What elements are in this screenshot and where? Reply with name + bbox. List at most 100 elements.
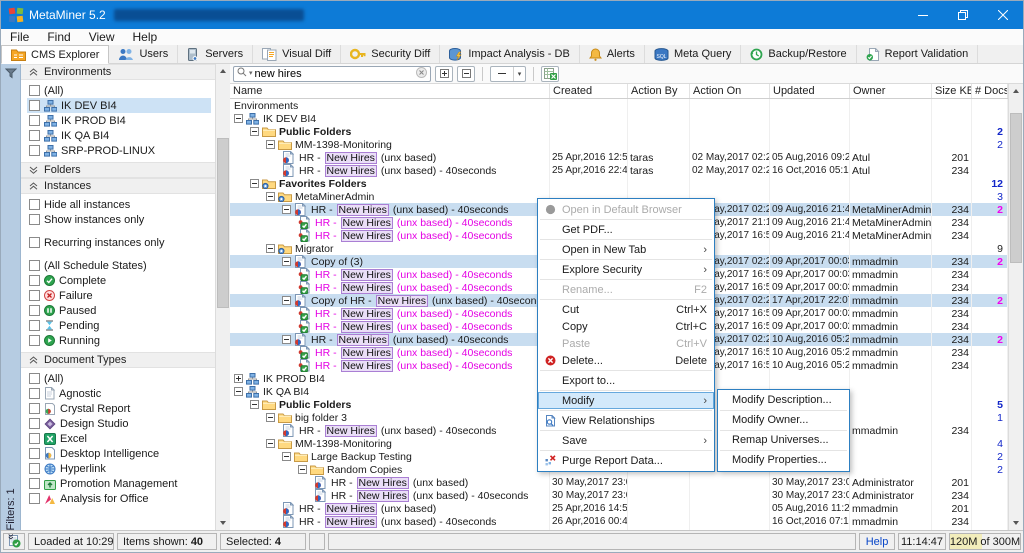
- tree-row[interactable]: HR - New Hires (unx based) 25 Apr,2016 14…: [230, 502, 1008, 515]
- sidebar-item-excel[interactable]: Excel: [27, 431, 211, 446]
- submenu-item-modify-owner[interactable]: Modify Owner...: [718, 412, 849, 429]
- tree-row[interactable]: Favorites Folders 3: [230, 528, 1008, 530]
- expand-all-button[interactable]: [435, 65, 453, 82]
- sidebar-item-ik-dev-bi4[interactable]: IK DEV BI4: [27, 98, 211, 113]
- sidebar-scrollbar[interactable]: [215, 64, 230, 530]
- toolbar-tab-alerts[interactable]: Alerts: [579, 45, 645, 63]
- tree-expander-icon[interactable]: [234, 114, 243, 123]
- sidebar-item-show-instances-only[interactable]: Show instances only: [27, 212, 211, 227]
- tree-row[interactable]: Favorites Folders 12: [230, 177, 1008, 190]
- checkbox[interactable]: [29, 100, 40, 111]
- submenu-item-remap-universes[interactable]: Remap Universes...: [718, 432, 849, 449]
- menu-item-help[interactable]: Help: [123, 29, 166, 45]
- menu-item-copy[interactable]: Copy Ctrl+C: [538, 318, 714, 335]
- checkbox[interactable]: [29, 275, 40, 286]
- column-header-docs[interactable]: # Docs: [972, 84, 1008, 98]
- tree-row[interactable]: HR - New Hires (unx based) - 40seconds 30…: [230, 489, 1008, 502]
- submenu-item-modify-properties[interactable]: Modify Properties...: [718, 452, 849, 469]
- column-header-action-by[interactable]: Action By: [628, 84, 690, 98]
- memory-usage-indicator[interactable]: 120M of 300M: [949, 533, 1021, 550]
- column-header-action-on[interactable]: Action On: [690, 84, 770, 98]
- tree-expander-icon[interactable]: [282, 452, 291, 461]
- export-to-excel-button[interactable]: [541, 65, 559, 82]
- checkbox[interactable]: [29, 115, 40, 126]
- checkbox[interactable]: [29, 388, 40, 399]
- column-header-updated[interactable]: Updated: [770, 84, 850, 98]
- section-header-environments[interactable]: Environments: [21, 64, 215, 80]
- search-dropdown-arrow[interactable]: ▾: [249, 70, 253, 78]
- tree-expander-icon[interactable]: [250, 400, 259, 409]
- tree-expander-icon[interactable]: [298, 465, 307, 474]
- checkbox[interactable]: [29, 403, 40, 414]
- checkbox[interactable]: [29, 373, 40, 384]
- checkbox[interactable]: [29, 320, 40, 331]
- tree-expander-icon[interactable]: [250, 127, 259, 136]
- tree-expander-icon[interactable]: [266, 413, 275, 422]
- sidebar-item-hyperlink[interactable]: Hyperlink: [27, 461, 211, 476]
- table-scrollbar[interactable]: [1008, 84, 1023, 530]
- checkbox[interactable]: [29, 478, 40, 489]
- toolbar-tab-meta-query[interactable]: SQL Meta Query: [644, 45, 742, 63]
- checkbox[interactable]: [29, 433, 40, 444]
- tree-expander-icon[interactable]: [234, 387, 243, 396]
- toolbar-tab-visual-diff[interactable]: Visual Diff: [253, 45, 342, 63]
- checkbox[interactable]: [29, 214, 40, 225]
- sidebar-item-complete[interactable]: Complete: [27, 273, 211, 288]
- sidebar-item-paused[interactable]: Paused: [27, 303, 211, 318]
- scroll-up-arrow[interactable]: [216, 64, 230, 78]
- sidebar-item-design-studio[interactable]: Design Studio: [27, 416, 211, 431]
- tree-expander-icon[interactable]: [250, 179, 259, 188]
- tree-expander-icon[interactable]: [282, 257, 291, 266]
- checkbox[interactable]: [29, 85, 40, 96]
- sidebar-item-promotion-management[interactable]: Promotion Management: [27, 476, 211, 491]
- tree-expander-icon[interactable]: [266, 439, 275, 448]
- checkbox[interactable]: [29, 145, 40, 156]
- checkbox[interactable]: [29, 130, 40, 141]
- sidebar-item-pending[interactable]: Pending: [27, 318, 211, 333]
- sidebar-item-failure[interactable]: Failure: [27, 288, 211, 303]
- menu-item-purge-report-data[interactable]: Purge Report Data...: [538, 452, 714, 469]
- checkbox[interactable]: [29, 237, 40, 248]
- toolbar-tab-backup-restore[interactable]: Backup/Restore: [741, 45, 857, 63]
- sidebar-item-all[interactable]: (All): [27, 83, 211, 98]
- toolbar-tab-cms-explorer[interactable]: CMS Explorer: [1, 45, 110, 64]
- menu-item-view[interactable]: View: [80, 29, 124, 45]
- sidebar-item-crystal-report[interactable]: Crystal Report: [27, 401, 211, 416]
- toolbar-tab-users[interactable]: Users: [109, 45, 179, 63]
- checkbox[interactable]: [29, 335, 40, 346]
- sidebar-item-all-schedule-states[interactable]: (All Schedule States): [27, 258, 211, 273]
- checkbox[interactable]: [29, 199, 40, 210]
- column-header-created[interactable]: Created: [550, 84, 628, 98]
- toolbar-tab-security-diff[interactable]: Security Diff: [341, 45, 441, 63]
- menu-item-get-pdf[interactable]: Get PDF...: [538, 221, 714, 238]
- sidebar-item-ik-qa-bi4[interactable]: IK QA BI4: [27, 128, 211, 143]
- menu-item-modify[interactable]: Modify ›: [538, 392, 714, 409]
- menu-item-explore-security[interactable]: Explore Security ›: [538, 261, 714, 278]
- collapse-all-button[interactable]: [457, 65, 475, 82]
- checkbox[interactable]: [29, 493, 40, 504]
- sidebar-item-desktop-intelligence[interactable]: Desktop Intelligence: [27, 446, 211, 461]
- tree-expander-icon[interactable]: [234, 374, 243, 383]
- tree-expander-icon[interactable]: [282, 335, 291, 344]
- tree-row[interactable]: Environments: [230, 99, 1008, 112]
- scrollbar-thumb[interactable]: [1010, 113, 1022, 263]
- tree-expander-icon[interactable]: [266, 192, 275, 201]
- menu-item-view-relationships[interactable]: View Relationships: [538, 412, 714, 429]
- tree-row[interactable]: HR - New Hires (unx based) - 40seconds 26…: [230, 515, 1008, 528]
- section-header-document-types[interactable]: Document Types: [21, 352, 215, 368]
- section-header-folders[interactable]: Folders: [21, 162, 215, 178]
- section-header-instances[interactable]: Instances: [21, 178, 215, 194]
- menu-item-save[interactable]: Save ›: [538, 432, 714, 449]
- sidebar-item-recurring-instances-only[interactable]: Recurring instances only: [27, 235, 211, 250]
- checkbox[interactable]: [29, 290, 40, 301]
- toolbar-tab-impact-analysis-db[interactable]: Impact Analysis - DB: [440, 45, 580, 63]
- sidebar-item-hide-all-instances[interactable]: Hide all instances: [27, 197, 211, 212]
- sidebar-item-srp-prod-linux[interactable]: SRP-PROD-LINUX: [27, 143, 211, 158]
- checkbox[interactable]: [29, 305, 40, 316]
- scrollbar-thumb[interactable]: [217, 138, 229, 308]
- menu-item-export-to[interactable]: Export to...: [538, 372, 714, 389]
- tree-expander-icon[interactable]: [266, 244, 275, 253]
- filters-collapse-label[interactable]: « Filters: 1: [5, 488, 17, 539]
- sidebar-item-analysis-for-office[interactable]: Analysis for Office: [27, 491, 211, 506]
- tree-expander-icon[interactable]: [282, 296, 291, 305]
